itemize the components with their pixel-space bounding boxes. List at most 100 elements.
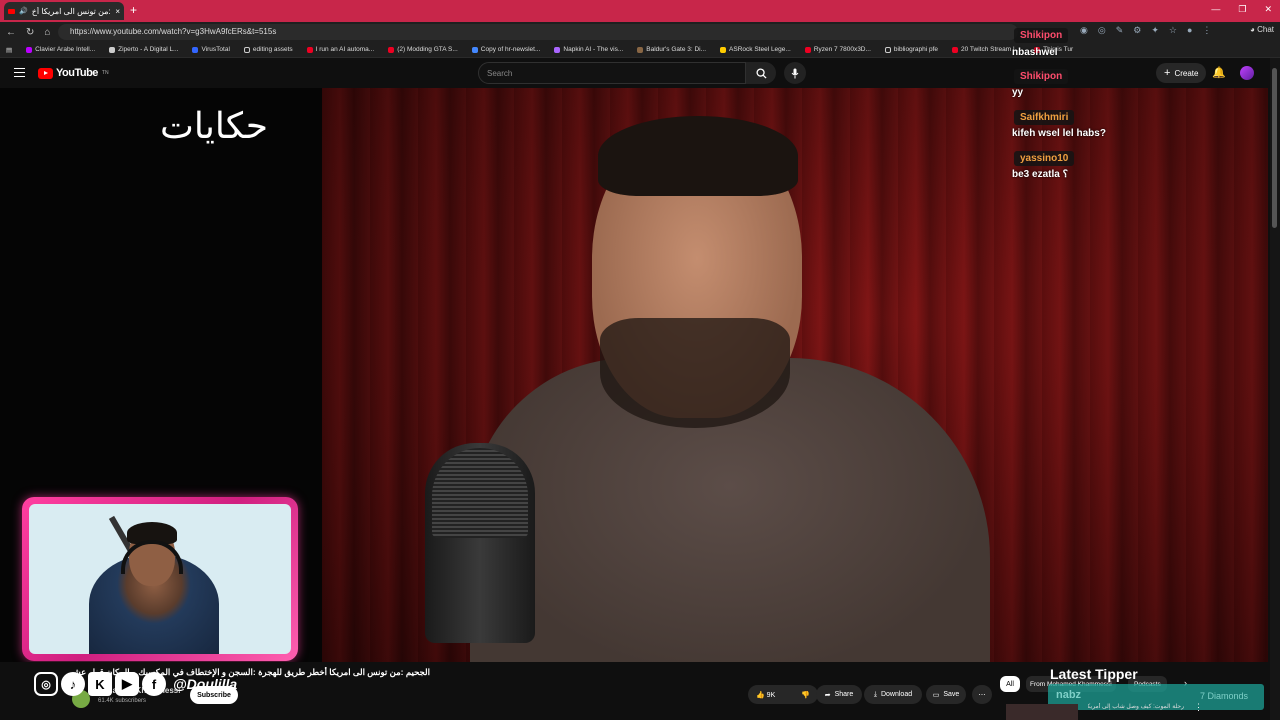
bookmark-label: ASRock Steel Lege... xyxy=(729,46,791,53)
speaker-icon[interactable]: 🔊 xyxy=(19,7,28,15)
hamburger-menu-icon[interactable] xyxy=(14,68,25,77)
bookmark-star-icon[interactable]: ☆ xyxy=(1169,25,1177,36)
extension-icon[interactable]: ◉ xyxy=(1080,25,1088,36)
recommended-more-icon[interactable]: ⋮ xyxy=(1194,702,1203,713)
chat-text: nbashwel xyxy=(1012,47,1058,58)
browser-tab[interactable]: 🔊 الجحيم :من تونس الى امريكا أخ × xyxy=(4,2,124,20)
voice-search-button[interactable] xyxy=(784,62,806,84)
kick-icon: K xyxy=(88,672,112,696)
guest-hair xyxy=(598,116,798,196)
like-button[interactable]: 👍 9K xyxy=(756,691,775,699)
youtube-icon: ▶ xyxy=(115,672,139,696)
bookmark-label: I run an AI automa... xyxy=(315,46,375,53)
bookmark[interactable]: VirusTotal xyxy=(192,46,230,53)
search-icon xyxy=(755,67,767,79)
bookmark[interactable]: Clavier Arabe Intell... xyxy=(26,46,95,53)
url-input[interactable]: https://www.youtube.com/watch?v=g3HwA9fc… xyxy=(58,24,1018,40)
chat-text: yy xyxy=(1012,87,1024,98)
bookmark-icon xyxy=(554,46,561,53)
bookmark-icon xyxy=(471,46,478,53)
minimize-icon[interactable]: — xyxy=(1211,4,1220,15)
youtube-logo[interactable]: YouTube TN xyxy=(38,67,109,79)
instagram-icon: ◎ xyxy=(34,672,58,696)
like-dislike-group: 👍 9K 👎 xyxy=(748,685,818,704)
folder-icon xyxy=(884,46,891,53)
page-scrollbar[interactable] xyxy=(1270,58,1280,720)
save-button[interactable]: ▭ Save xyxy=(926,685,966,704)
bookmark-label: Copy of hr-newslet... xyxy=(480,46,541,53)
folder-icon xyxy=(243,46,250,53)
chip-all[interactable]: All xyxy=(1000,676,1020,692)
bookmark-icon xyxy=(109,46,116,53)
bookmark[interactable]: Ryzen 7 7800x3D... xyxy=(804,46,871,53)
apps-icon[interactable]: ▤ xyxy=(6,46,12,54)
thumbs-down-icon: 👎 xyxy=(801,691,810,699)
search-button[interactable] xyxy=(746,62,776,84)
bookmark[interactable]: ASRock Steel Lege... xyxy=(720,46,791,53)
create-button[interactable]: + Create xyxy=(1156,63,1207,83)
bookmark-icon xyxy=(388,46,395,53)
download-button[interactable]: ⤓ Download xyxy=(864,685,922,704)
user-avatar[interactable] xyxy=(1240,66,1254,80)
bookmark[interactable]: Napkin AI - The vis... xyxy=(554,46,623,53)
youtube-play-icon xyxy=(38,67,53,79)
puzzle-icon[interactable]: ✦ xyxy=(1151,25,1159,36)
extension-icon[interactable]: ⚙ xyxy=(1133,25,1141,36)
back-icon[interactable]: ← xyxy=(6,27,16,38)
bookmark[interactable]: Copy of hr-newslet... xyxy=(471,46,541,53)
webcam-overlay xyxy=(22,497,298,661)
bookmark-label: bibliographi pfe xyxy=(893,46,939,53)
share-button[interactable]: ➦ Share xyxy=(816,685,862,704)
recommended-thumbnail[interactable] xyxy=(1006,704,1078,720)
save-playlist-icon: ▭ xyxy=(932,691,940,699)
bookmark-label: VirusTotal xyxy=(201,46,230,53)
bookmark-icon xyxy=(720,46,727,53)
more-dots-icon: ⋯ xyxy=(978,691,986,699)
chat-message: Shikipon nbashwel xyxy=(1008,25,1069,58)
bookmarks-bar: ▤ Clavier Arabe Intell... Ziperto - A Di… xyxy=(0,42,1280,58)
menu-dots-icon[interactable]: ⋮ xyxy=(1202,25,1211,36)
profile-icon[interactable]: ● xyxy=(1187,25,1192,36)
scrollbar-thumb[interactable] xyxy=(1272,68,1277,228)
bookmark-label: Ziperto - A Digital L... xyxy=(118,46,179,53)
new-tab-button[interactable]: + xyxy=(130,3,137,17)
bookmark[interactable]: bibliographi pfe xyxy=(884,46,939,53)
bookmark[interactable]: Ziperto - A Digital L... xyxy=(109,46,178,53)
more-actions-button[interactable]: ⋯ xyxy=(972,685,992,704)
tab-close-icon[interactable]: × xyxy=(115,7,120,16)
create-label: Create xyxy=(1174,68,1199,78)
tab-title: الجحيم :من تونس الى امريكا أخ xyxy=(31,6,112,16)
youtube-logo-text: YouTube xyxy=(56,67,98,79)
extension-icon[interactable]: ◎ xyxy=(1098,25,1106,36)
bookmark-label: editing assets xyxy=(252,46,293,53)
chat-username: Shikipon xyxy=(1014,69,1069,84)
maximize-icon[interactable]: ❐ xyxy=(1238,4,1246,15)
share-arrow-icon: ➦ xyxy=(824,691,831,699)
browser-tab-bar: 🔊 الجحيم :من تونس الى امريكا أخ × + — ❐ … xyxy=(0,0,1280,22)
share-label: Share xyxy=(834,691,854,698)
dislike-button[interactable]: 👎 xyxy=(801,691,810,699)
browser-chat-button[interactable]: ◕ Chat xyxy=(1250,25,1274,34)
chat-message: Saifkhmiri kifeh wsel lel habs? xyxy=(1008,107,1106,139)
microphone-grille xyxy=(432,448,528,538)
search-input[interactable]: Search xyxy=(478,62,746,84)
notifications-bell-icon[interactable]: 🔔 xyxy=(1212,66,1226,79)
subscribe-button[interactable]: Subscribe xyxy=(190,686,238,704)
recommended-title[interactable]: رحلة الموت: كيف وصل شاب إلى أمريكا xyxy=(1088,703,1184,710)
home-icon[interactable]: ⌂ xyxy=(44,27,50,38)
download-icon: ⤓ xyxy=(873,690,877,698)
close-window-icon[interactable]: ✕ xyxy=(1264,4,1272,15)
extension-icon[interactable]: ✎ xyxy=(1116,25,1124,36)
bookmark[interactable]: editing assets xyxy=(243,46,293,53)
bookmark-icon xyxy=(192,46,199,53)
reload-icon[interactable]: ↻ xyxy=(26,27,34,38)
bookmark[interactable]: (2) Modding GTA S... xyxy=(388,46,458,53)
guest-beard xyxy=(600,318,790,428)
bookmark[interactable]: I run an AI automa... xyxy=(306,46,375,53)
bookmark[interactable]: Baldur's Gate 3: Di... xyxy=(637,46,706,53)
chat-text: be3 ezatla ؟ xyxy=(1012,169,1068,180)
video-info-bar: الجحيم :من تونس الى امريكا أخطر طريق لله… xyxy=(0,662,1280,720)
chat-text: kifeh wsel lel habs? xyxy=(1012,128,1106,139)
chat-username: yassino10 xyxy=(1014,151,1075,166)
tipper-amount: 7 Diamonds xyxy=(1200,691,1249,701)
